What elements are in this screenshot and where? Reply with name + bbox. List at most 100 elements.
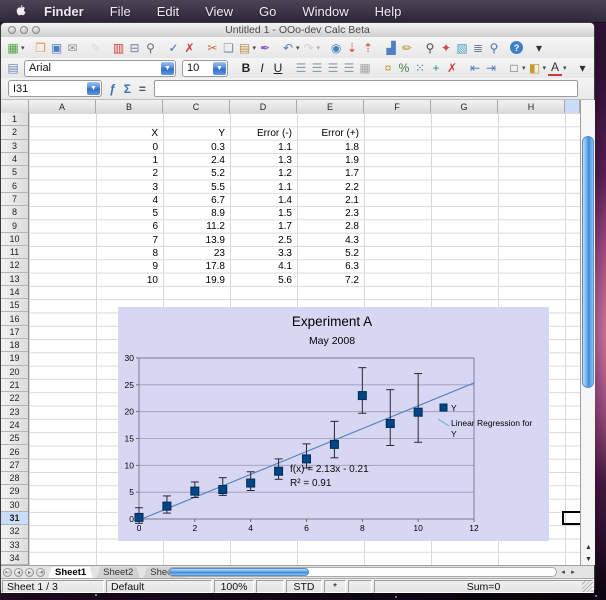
cell-E3[interactable]: 1.8 <box>298 141 362 154</box>
selection-mode-panel[interactable]: STD <box>286 580 322 593</box>
save-icon[interactable]: ▣ <box>50 40 64 56</box>
redo-dropdown-icon[interactable]: ▾ <box>317 44 321 52</box>
add-decimal-place-icon[interactable]: + <box>429 60 443 76</box>
name-box-dropdown-icon[interactable]: ▼ <box>87 82 100 95</box>
row-header-16[interactable]: 16 <box>1 312 28 325</box>
column-header-B[interactable]: B <box>96 100 163 113</box>
align-left-icon[interactable]: ☰ <box>294 60 308 76</box>
paste-dropdown-icon[interactable]: ▾ <box>253 44 257 52</box>
column-header-D[interactable]: D <box>230 100 297 113</box>
font-color-icon[interactable]: A▾ <box>548 60 567 76</box>
font-size-combo[interactable]: 10 ▼ <box>182 60 228 77</box>
cell-D11[interactable]: 3.3 <box>231 247 295 260</box>
row-header-32[interactable]: 32 <box>1 525 28 538</box>
spellcheck-icon[interactable]: ✓ <box>167 40 181 56</box>
menu-file[interactable]: File <box>110 4 131 19</box>
zoom-panel[interactable]: 100% <box>214 580 254 593</box>
background-color-dropdown-icon[interactable]: ▾ <box>543 64 547 72</box>
cell-B8[interactable]: 5 <box>97 207 161 220</box>
row-header-22[interactable]: 22 <box>1 392 28 405</box>
copy-icon[interactable]: ❏ <box>222 40 236 56</box>
cell-B6[interactable]: 3 <box>97 181 161 194</box>
background-color-icon[interactable]: ◧▾ <box>528 60 547 76</box>
zoom-icon[interactable]: ⚲ <box>487 40 501 56</box>
vertical-scrollbar-thumb[interactable] <box>582 136 594 388</box>
column-header-E[interactable]: E <box>297 100 364 113</box>
cell-E13[interactable]: 7.2 <box>298 274 362 287</box>
cell-D5[interactable]: 1.2 <box>231 167 295 180</box>
cell-D12[interactable]: 4.1 <box>231 260 295 273</box>
auto-spellcheck-icon[interactable]: ✗ <box>183 40 197 56</box>
cell-D10[interactable]: 2.5 <box>231 234 295 247</box>
row-header-9[interactable]: 9 <box>1 219 28 232</box>
column-header-H[interactable]: H <box>498 100 565 113</box>
gallery-icon[interactable]: ▧ <box>455 40 469 56</box>
format-paintbrush-icon[interactable]: ✒ <box>258 40 272 56</box>
scroll-down-icon[interactable]: ▼ <box>583 553 594 565</box>
signature-panel[interactable] <box>348 580 372 593</box>
modified-panel[interactable]: * <box>324 580 346 593</box>
row-header-30[interactable]: 30 <box>1 499 28 512</box>
row-header-29[interactable]: 29 <box>1 485 28 498</box>
cell-C8[interactable]: 8.9 <box>164 207 228 220</box>
row-header-17[interactable]: 17 <box>1 326 28 339</box>
edit-file-icon[interactable]: ✎ <box>89 40 103 56</box>
cell-E12[interactable]: 6.3 <box>298 260 362 273</box>
sheet-position-panel[interactable]: Sheet 1 / 3 <box>2 580 104 593</box>
align-center-icon[interactable]: ☰ <box>310 60 324 76</box>
last-sheet-icon[interactable]: ⇥ <box>36 568 45 577</box>
row-header-4[interactable]: 4 <box>1 153 28 166</box>
menu-window[interactable]: Window <box>302 4 348 19</box>
row-header-14[interactable]: 14 <box>1 286 28 299</box>
delete-decimal-place-icon[interactable]: ✗ <box>445 60 459 76</box>
row-header-23[interactable]: 23 <box>1 406 28 419</box>
row-header-12[interactable]: 12 <box>1 259 28 272</box>
font-name-combo[interactable]: Arial ▼ <box>24 60 176 77</box>
cell-D6[interactable]: 1.1 <box>231 181 295 194</box>
cell-C7[interactable]: 6.7 <box>164 194 228 207</box>
navigator-icon[interactable]: ✦ <box>439 40 453 56</box>
page-style-panel[interactable]: Default <box>106 580 212 593</box>
cell-D2[interactable]: Error (-) <box>231 127 295 140</box>
scroll-up-icon[interactable]: ▲ <box>583 541 594 553</box>
row-header-26[interactable]: 26 <box>1 445 28 458</box>
data-sources-icon[interactable]: ≣ <box>471 40 485 56</box>
cell-B7[interactable]: 4 <box>97 194 161 207</box>
sum-panel[interactable]: Sum=0 <box>374 580 593 593</box>
cell-C9[interactable]: 11.2 <box>164 220 228 233</box>
cell-C4[interactable]: 2.4 <box>164 154 228 167</box>
scroll-left-icon[interactable]: ◂ <box>558 567 568 577</box>
menu-edit[interactable]: Edit <box>157 4 179 19</box>
row-header-5[interactable]: 5 <box>1 166 28 179</box>
corner-header[interactable] <box>1 100 29 113</box>
cell-E4[interactable]: 1.9 <box>298 154 362 167</box>
align-justified-icon[interactable]: ☰ <box>342 60 356 76</box>
cell-E9[interactable]: 2.8 <box>298 220 362 233</box>
horizontal-scrollbar-thumb[interactable] <box>169 568 309 576</box>
decrease-indent-icon[interactable]: ⇤ <box>468 60 482 76</box>
font-size-dropdown-icon[interactable]: ▼ <box>213 62 226 75</box>
row-header-33[interactable]: 33 <box>1 539 28 552</box>
cell-E6[interactable]: 2.2 <box>298 181 362 194</box>
undo-icon[interactable]: ↶▾ <box>281 40 300 56</box>
menu-view[interactable]: View <box>205 4 233 19</box>
row-header-7[interactable]: 7 <box>1 193 28 206</box>
increase-indent-icon[interactable]: ⇥ <box>484 60 498 76</box>
sort-ascending-icon[interactable]: ⇣ <box>345 40 359 56</box>
cell-C13[interactable]: 19.9 <box>164 274 228 287</box>
cell-E7[interactable]: 2.1 <box>298 194 362 207</box>
row-header-13[interactable]: 13 <box>1 273 28 286</box>
menu-help[interactable]: Help <box>375 4 402 19</box>
apple-menu-icon[interactable] <box>14 4 26 18</box>
hyperlink-icon[interactable]: ◉ <box>329 40 343 56</box>
cut-icon[interactable]: ✂ <box>206 40 220 56</box>
cell-B12[interactable]: 9 <box>97 260 161 273</box>
vertical-scrollbar[interactable]: ▲ ▼ <box>580 100 595 565</box>
cell-C3[interactable]: 0.3 <box>164 141 228 154</box>
email-document-icon[interactable]: ✉ <box>66 40 80 56</box>
show-draw-functions-icon[interactable]: ✏ <box>400 40 414 56</box>
row-header-28[interactable]: 28 <box>1 472 28 485</box>
row-header-10[interactable]: 10 <box>1 233 28 246</box>
column-header-A[interactable]: A <box>29 100 96 113</box>
cell-C2[interactable]: Y <box>164 127 228 140</box>
